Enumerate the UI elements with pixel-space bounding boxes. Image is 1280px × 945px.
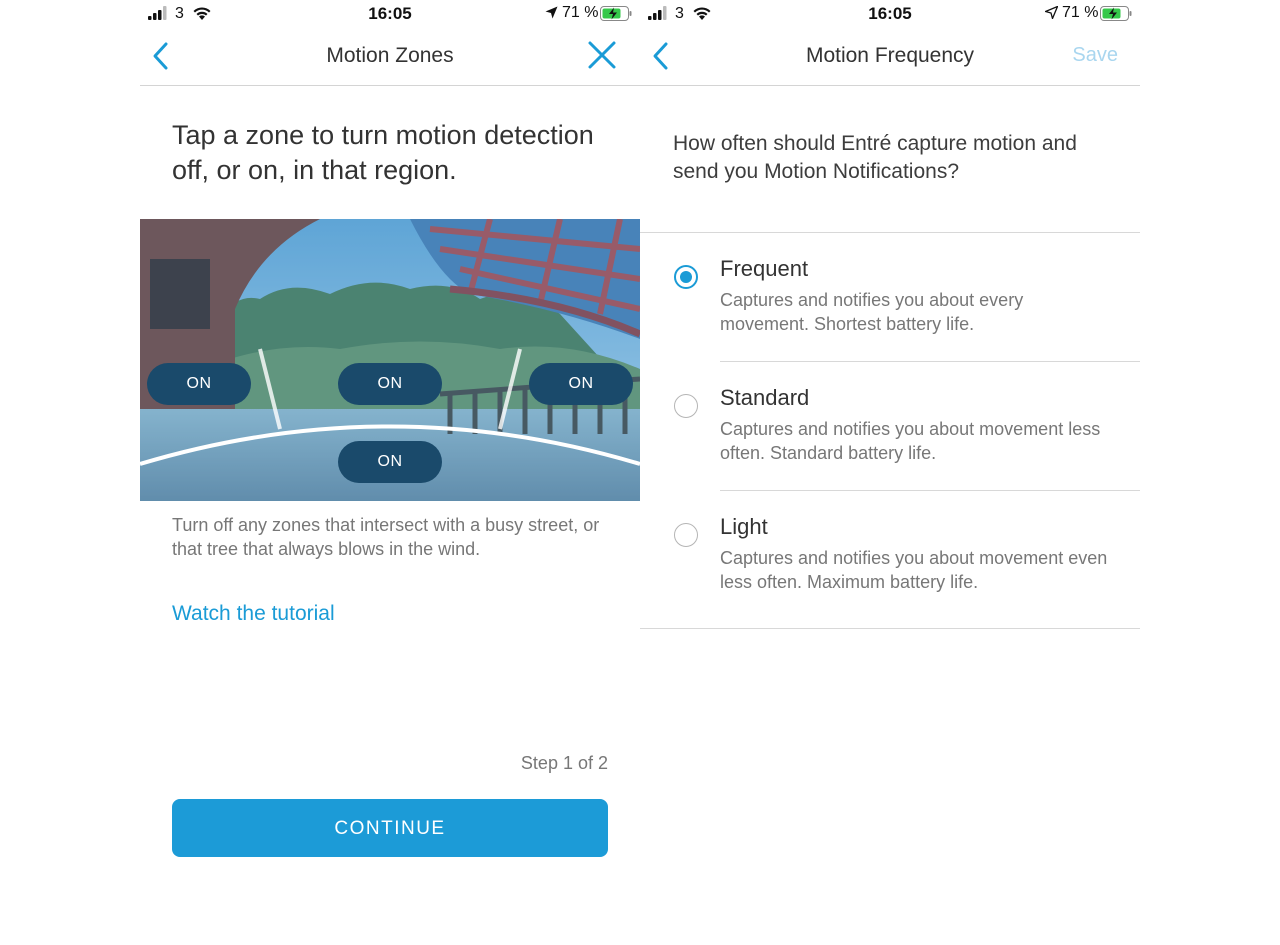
- zone-toggle-bottom[interactable]: ON: [338, 441, 442, 483]
- close-icon[interactable]: [587, 40, 617, 70]
- zone-toggle-center[interactable]: ON: [338, 363, 442, 405]
- location-arrow-icon: [545, 6, 558, 19]
- continue-button[interactable]: CONTINUE: [172, 799, 608, 857]
- status-bar: 3 16:05 71 %: [640, 0, 1140, 28]
- motion-frequency-screen: 3 16:05 71 % Motion Frequency Save How o…: [640, 0, 1140, 945]
- radio-selected-icon[interactable]: [674, 265, 698, 289]
- option-title: Frequent: [720, 256, 809, 281]
- watch-tutorial-link[interactable]: Watch the tutorial: [172, 602, 335, 626]
- nav-bar: Motion Zones: [140, 30, 640, 86]
- option-divider: [720, 361, 1140, 362]
- zone-toggle-left[interactable]: ON: [147, 363, 251, 405]
- option-description: Captures and notifies you about movement…: [720, 419, 1101, 463]
- battery-charging-icon: [1100, 6, 1132, 21]
- option-description: Captures and notifies you about movement…: [720, 548, 1108, 592]
- option-standard[interactable]: Standard Captures and notifies you about…: [640, 385, 1140, 505]
- battery-charging-icon: [600, 6, 632, 21]
- battery-percent: 71 %: [1062, 4, 1099, 21]
- page-title: Motion Zones: [326, 44, 454, 67]
- save-button[interactable]: Save: [1072, 44, 1118, 67]
- option-divider: [720, 490, 1140, 491]
- radio-unselected-icon[interactable]: [674, 394, 698, 418]
- camera-preview: ON ON ON ON: [140, 219, 640, 501]
- status-bar: 3 16:05 71 %: [140, 0, 640, 28]
- battery-percent: 71 %: [562, 4, 599, 21]
- zone-toggle-right[interactable]: ON: [529, 363, 633, 405]
- zones-hint-text: Turn off any zones that intersect with a…: [172, 515, 600, 559]
- option-light[interactable]: Light Captures and notifies you about mo…: [640, 514, 1140, 634]
- option-title: Light: [720, 514, 768, 539]
- radio-unselected-icon[interactable]: [674, 523, 698, 547]
- section-divider: [640, 232, 1140, 233]
- option-description: Captures and notifies you about every mo…: [720, 290, 1024, 334]
- section-divider: [640, 628, 1140, 629]
- step-indicator: Step 1 of 2: [520, 753, 608, 773]
- option-title: Standard: [720, 385, 810, 410]
- motion-zones-screen: 3 16:05 71 % Motion Zones Tap a zone to …: [140, 0, 640, 945]
- option-frequent[interactable]: Frequent Captures and notifies you about…: [640, 256, 1140, 376]
- instruction-heading: Tap a zone to turn motion detection off,…: [172, 120, 594, 185]
- frequency-question: How often should Entré capture motion an…: [673, 132, 1077, 183]
- page-title: Motion Frequency: [805, 44, 975, 67]
- location-arrow-icon: [1045, 6, 1058, 19]
- nav-bar: Motion Frequency Save: [640, 30, 1140, 86]
